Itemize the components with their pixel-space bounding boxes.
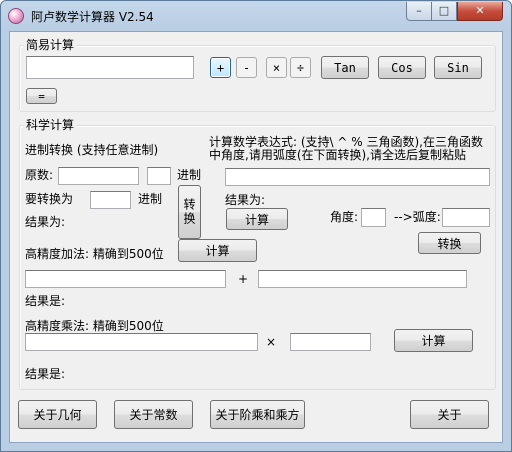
divide-button[interactable]: ÷	[290, 57, 311, 78]
add-result-label: 结果是:	[25, 294, 66, 308]
expression-description: 计算数学表达式: (支持\ ^ % 三角函数),在三角函数中角度,请用弧度(在下…	[209, 135, 483, 162]
minimize-button[interactable]: –	[406, 2, 432, 21]
add-title: 高精度加法: 精确到500位	[25, 247, 164, 261]
equals-button[interactable]: =	[26, 88, 57, 104]
mul-calc-button[interactable]: 计算	[394, 329, 473, 352]
angle-convert-button[interactable]: 转换	[418, 232, 481, 254]
radian-label: -->弧度:	[394, 210, 441, 224]
tan-button[interactable]: Tan	[321, 56, 369, 79]
base-result-label: 结果为:	[25, 215, 66, 229]
angle-label: 角度:	[330, 210, 359, 224]
mul-operand-a[interactable]	[25, 333, 258, 351]
about-geometry-button[interactable]: 关于几何	[18, 400, 97, 429]
source-base-input[interactable]	[147, 167, 171, 185]
science-calc-label: 科学计算	[24, 118, 77, 132]
add-calc-button[interactable]: 计算	[178, 239, 257, 262]
minus-button[interactable]: -	[236, 57, 257, 78]
angle-input[interactable]	[361, 208, 386, 227]
mul-result-label: 结果是:	[25, 367, 66, 381]
maximize-button[interactable]: □	[431, 2, 457, 21]
base-convert-button[interactable]: 转换	[178, 185, 201, 239]
add-operator: +	[238, 272, 249, 286]
simple-calc-label: 简易计算	[24, 38, 77, 52]
window-title: 阿卢数学计算器 V2.54	[31, 10, 154, 24]
about-constants-button[interactable]: 关于常数	[114, 400, 193, 429]
target-base-label: 要转换为	[25, 192, 74, 206]
radian-input[interactable]	[442, 208, 490, 227]
plus-button[interactable]: +	[210, 57, 231, 78]
close-button[interactable]: ✕	[457, 2, 503, 21]
source-number-input[interactable]	[58, 167, 139, 185]
expression-input[interactable]	[225, 168, 490, 186]
source-number-label: 原数:	[25, 168, 54, 182]
app-icon	[8, 8, 24, 24]
sin-button[interactable]: Sin	[434, 56, 482, 79]
client-area: 简易计算 + - × ÷ Tan Cos Sin = 科学计算 进制转换 (支持…	[9, 31, 503, 443]
simple-input[interactable]	[26, 56, 194, 79]
multiply-button[interactable]: ×	[266, 57, 287, 78]
title-bar[interactable]: 阿卢数学计算器 V2.54 – □ ✕	[1, 1, 511, 31]
cos-button[interactable]: Cos	[378, 56, 426, 79]
mul-operand-b[interactable]	[290, 333, 371, 351]
expression-result-label: 结果为:	[225, 193, 266, 207]
mul-title: 高精度乘法: 精确到500位	[25, 319, 164, 333]
add-operand-a[interactable]	[25, 270, 226, 288]
base-convert-title: 进制转换 (支持任意进制)	[25, 143, 159, 157]
mul-operator: ×	[266, 335, 277, 349]
add-operand-b[interactable]	[258, 270, 467, 288]
target-base-input[interactable]	[90, 191, 131, 209]
about-button[interactable]: 关于	[410, 400, 489, 429]
source-base-suffix: 进制	[177, 168, 202, 182]
expression-calc-button[interactable]: 计算	[226, 208, 288, 230]
target-base-suffix: 进制	[138, 192, 163, 206]
app-window: 阿卢数学计算器 V2.54 – □ ✕ 简易计算 + - × ÷ Tan Cos…	[0, 0, 512, 452]
about-factorial-button[interactable]: 关于阶乘和乘方	[210, 400, 305, 429]
base-convert-label: 转换	[182, 198, 196, 226]
